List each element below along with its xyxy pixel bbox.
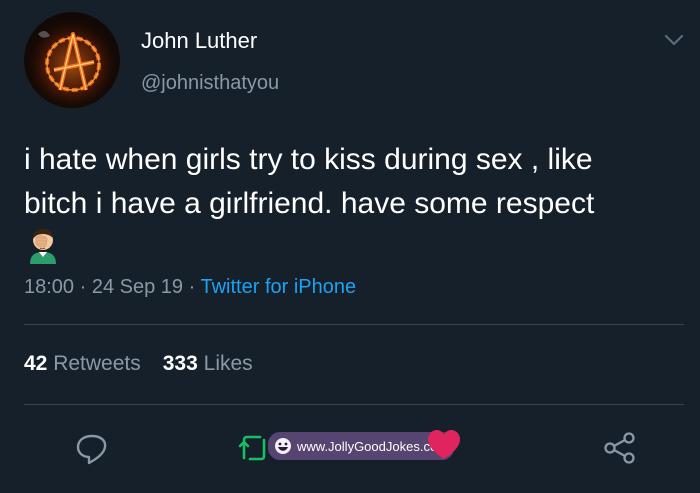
author-handle[interactable]: @johnisthatyou — [141, 72, 279, 95]
retweet-icon[interactable] — [236, 428, 272, 468]
likes-count: 333 — [162, 352, 198, 375]
laughing-face-icon — [275, 438, 291, 454]
reply-icon[interactable] — [72, 428, 112, 468]
meta-separator: · — [79, 276, 87, 298]
tweet-time[interactable]: 18:00 — [24, 276, 74, 298]
divider — [24, 324, 684, 325]
tweet-date[interactable]: 24 Sep 19 — [92, 276, 183, 298]
fiery-anarchy-symbol-icon — [24, 12, 120, 108]
tweet-meta: 18:00 · 24 Sep 19 · Twitter for iPhone — [24, 276, 356, 299]
likes-stat[interactable]: 333 Likes — [163, 352, 253, 375]
likes-label: Likes — [203, 352, 253, 375]
chevron-down-icon[interactable] — [662, 30, 686, 50]
meta-separator: · — [188, 276, 196, 298]
tweet-source-link[interactable]: Twitter for iPhone — [201, 276, 357, 298]
tweet-text: i hate when girls try to kiss during sex… — [24, 138, 684, 226]
tweet-line: bitch i have a girlfriend. have some res… — [24, 187, 595, 220]
heart-icon[interactable] — [426, 428, 462, 462]
divider — [24, 404, 684, 405]
tweet-line: i hate when girls try to kiss during sex… — [24, 143, 593, 176]
face-palm-emoji-icon — [24, 226, 62, 264]
author-display-name[interactable]: John Luther — [141, 28, 257, 54]
retweets-stat[interactable]: 42 Retweets — [24, 352, 141, 375]
retweets-count: 42 — [24, 352, 48, 375]
share-icon[interactable] — [600, 428, 640, 468]
avatar[interactable] — [24, 12, 120, 108]
tweet-stats: 42 Retweets 333 Likes — [24, 352, 253, 376]
retweets-label: Retweets — [53, 352, 141, 375]
